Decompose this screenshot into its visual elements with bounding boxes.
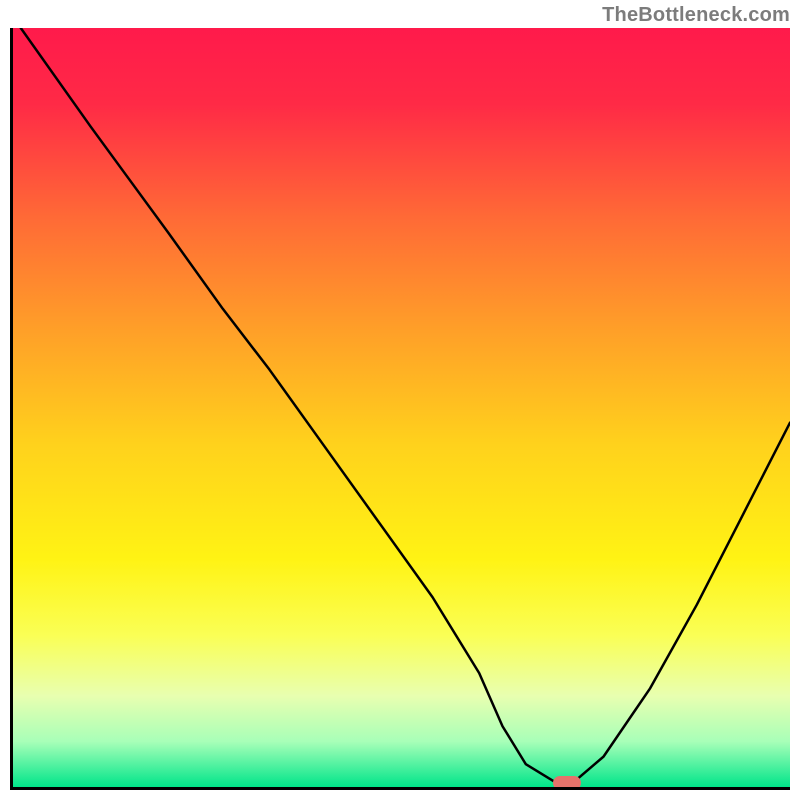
plot-area (10, 28, 790, 790)
curve-svg (13, 28, 790, 787)
bottleneck-curve (21, 28, 790, 783)
optimum-marker (553, 776, 581, 790)
attribution-text: TheBottleneck.com (602, 4, 790, 27)
